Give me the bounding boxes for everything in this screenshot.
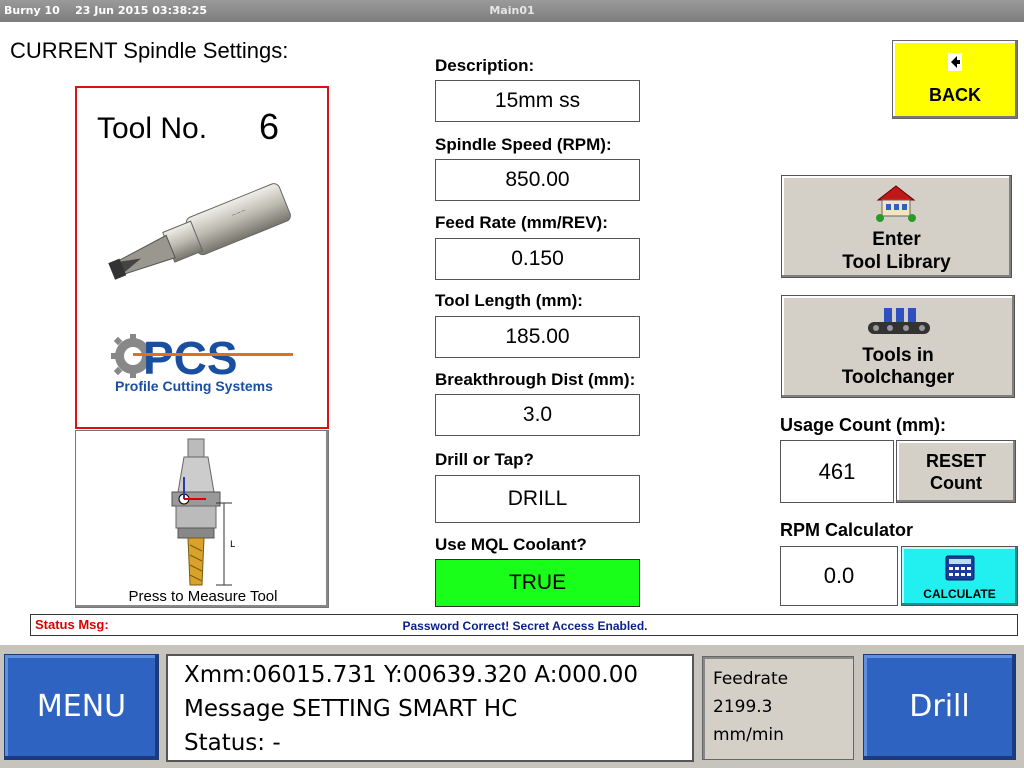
toolchanger-label-1: Tools in bbox=[862, 345, 934, 366]
logo-text: PCS bbox=[143, 332, 238, 384]
svg-text:L: L bbox=[230, 540, 235, 550]
status-message-bar: Status Msg: Password Correct! Secret Acc… bbox=[30, 614, 1018, 636]
spindle-speed-field[interactable]: 850.00 bbox=[435, 159, 640, 201]
menu-button[interactable]: MENU bbox=[4, 654, 159, 760]
position-readout: Xmm:06015.731 Y:00639.320 A:000.00 bbox=[184, 662, 638, 688]
status-msg-text: Password Correct! Secret Access Enabled. bbox=[402, 619, 648, 633]
feedrate-value: 2199.3 bbox=[713, 697, 773, 717]
house-icon bbox=[876, 185, 916, 222]
back-button[interactable]: BACK bbox=[892, 40, 1018, 119]
tool-card[interactable]: Tool No. 6 ~~~ PCS Profile Cutting Syste… bbox=[75, 86, 329, 429]
mql-coolant-label: Use MQL Coolant? bbox=[435, 535, 587, 554]
spindle-speed-label: Spindle Speed (RPM): bbox=[435, 135, 612, 154]
reset-label-2: Count bbox=[930, 473, 982, 493]
feedrate-label: Feedrate bbox=[713, 669, 789, 689]
rpm-calculator-label: RPM Calculator bbox=[780, 520, 914, 540]
calculator-icon bbox=[945, 555, 975, 581]
toolchanger-icon bbox=[868, 308, 930, 334]
description-label: Description: bbox=[435, 56, 535, 75]
window-titlebar: Burny 10 23 Jun 2015 03:38:25 Main01 bbox=[0, 0, 1024, 22]
toolchanger-label-2: Toolchanger bbox=[841, 367, 955, 388]
usage-count-label: Usage Count (mm): bbox=[780, 415, 946, 435]
reset-count-button[interactable]: RESET Count bbox=[896, 440, 1016, 503]
description-field[interactable]: 15mm ss bbox=[435, 80, 640, 122]
reset-label-1: RESET bbox=[925, 451, 986, 471]
page-title: CURRENT Spindle Settings: bbox=[10, 38, 289, 63]
logo-tagline: Profile Cutting Systems bbox=[115, 378, 273, 394]
tool-number-label: Tool No. bbox=[97, 112, 208, 145]
toolchanger-button[interactable]: Tools in Toolchanger bbox=[781, 295, 1015, 398]
feed-rate-field[interactable]: 0.150 bbox=[435, 238, 640, 280]
tool-number-value: 6 bbox=[259, 106, 280, 147]
back-label: BACK bbox=[929, 85, 981, 105]
feed-rate-label: Feed Rate (mm/REV): bbox=[435, 213, 608, 232]
drill-tool-image: ~~~ bbox=[108, 183, 291, 280]
tool-library-label-2: Tool Library bbox=[842, 252, 951, 273]
tool-library-button[interactable]: Enter Tool Library bbox=[781, 175, 1012, 278]
feedrate-panel: Feedrate 2199.3 mm/min bbox=[702, 656, 854, 760]
machine-status-panel: Xmm:06015.731 Y:00639.320 A:000.00 Messa… bbox=[166, 654, 694, 762]
feedrate-unit: mm/min bbox=[713, 725, 784, 745]
tool-holder-icon: L bbox=[171, 438, 235, 586]
machine-status: Status: - bbox=[184, 730, 281, 756]
drill-or-tap-label: Drill or Tap? bbox=[435, 450, 534, 469]
screen-name: Main01 bbox=[489, 4, 535, 17]
drill-button[interactable]: Drill bbox=[863, 654, 1016, 760]
tool-length-field[interactable]: 185.00 bbox=[435, 316, 640, 358]
calculate-label: CALCULATE bbox=[923, 587, 996, 601]
measure-tool-button[interactable]: L Press to Measure Tool bbox=[75, 430, 329, 608]
tool-library-label-1: Enter bbox=[872, 229, 921, 250]
breakthrough-label: Breakthrough Dist (mm): bbox=[435, 370, 636, 389]
measure-tool-label: Press to Measure Tool bbox=[128, 588, 278, 605]
calculate-button[interactable]: CALCULATE bbox=[901, 546, 1018, 606]
usage-count-value: 461 bbox=[780, 440, 894, 503]
tool-length-label: Tool Length (mm): bbox=[435, 291, 583, 310]
rpm-calculator-value[interactable]: 0.0 bbox=[780, 546, 898, 606]
breakthrough-field[interactable]: 3.0 bbox=[435, 394, 640, 436]
mql-coolant-toggle[interactable]: TRUE bbox=[435, 559, 640, 607]
back-arrow-icon bbox=[948, 53, 962, 71]
drill-or-tap-field[interactable]: DRILL bbox=[435, 475, 640, 523]
machine-message: Message SETTING SMART HC bbox=[184, 696, 518, 722]
